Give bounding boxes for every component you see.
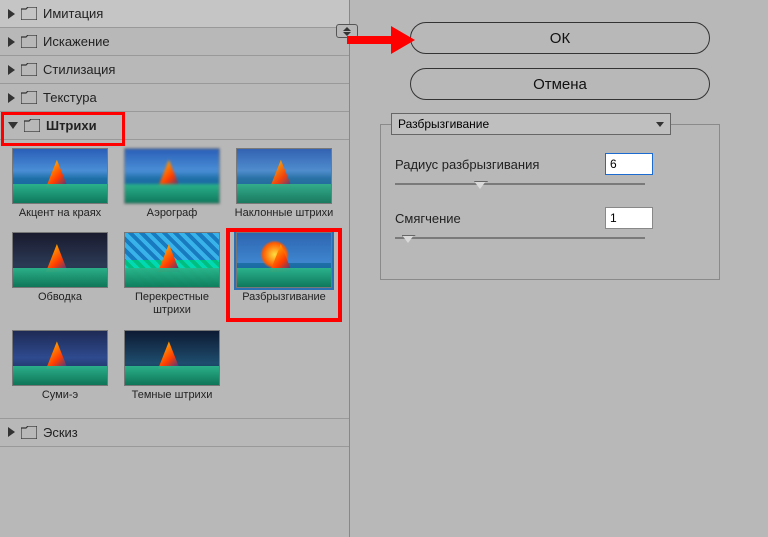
thumbnail-preview: [124, 330, 220, 386]
thumb-label: Обводка: [6, 291, 114, 304]
thumbnail-preview: [12, 148, 108, 204]
folder-icon: [21, 7, 37, 20]
folder-icon: [21, 426, 37, 439]
spray-radius-slider[interactable]: [395, 177, 645, 191]
panel-collapse-handle[interactable]: [336, 24, 358, 38]
thumb-label: Наклонные штрихи: [230, 207, 338, 220]
thumbnail-preview: [236, 148, 332, 204]
thumbnail-preview: [124, 232, 220, 288]
param-spray-radius: Радиус разбрызгивания: [395, 153, 705, 175]
expand-icon: [8, 9, 15, 19]
smoothness-input[interactable]: [605, 207, 653, 229]
slider-track: [395, 237, 645, 239]
expand-icon: [8, 427, 15, 437]
chevron-down-icon: [656, 122, 664, 127]
param-smoothness: Смягчение: [395, 207, 705, 229]
thumb-label: Аэрограф: [118, 207, 226, 220]
strokes-thumbnails: Акцент на краях Аэрограф Наклонные штрих…: [0, 140, 349, 419]
expand-icon: [8, 93, 15, 103]
slider-track: [395, 183, 645, 185]
category-texture[interactable]: Текстура: [0, 84, 349, 112]
button-label: ОК: [550, 30, 570, 47]
filter-settings-panel: ОК Отмена Разбрызгивание Радиус разбрызг…: [350, 0, 768, 537]
thumb-label: Перекрестные штрихи: [118, 291, 226, 317]
thumbnail-preview: [12, 330, 108, 386]
thumbnail-preview: [236, 232, 332, 288]
thumb-angled-strokes[interactable]: Наклонные штрихи: [230, 148, 338, 220]
thumb-label: Акцент на краях: [6, 207, 114, 220]
category-label: Стилизация: [43, 62, 115, 77]
button-label: Отмена: [533, 76, 587, 93]
thumbnail-preview: [124, 148, 220, 204]
category-label: Искажение: [43, 34, 110, 49]
param-label: Радиус разбрызгивания: [395, 157, 605, 172]
thumb-label: Суми-э: [6, 389, 114, 402]
category-label: Имитация: [43, 6, 103, 21]
thumb-airbrush[interactable]: Аэрограф: [118, 148, 226, 220]
category-label: Текстура: [43, 90, 97, 105]
category-imitation[interactable]: Имитация: [0, 0, 349, 28]
category-distortion[interactable]: Искажение: [0, 28, 349, 56]
thumbnail-preview: [12, 232, 108, 288]
filter-name-select[interactable]: Разбрызгивание: [391, 113, 671, 135]
thumb-accent-edges[interactable]: Акцент на краях: [6, 148, 114, 220]
thumb-label: Разбрызгивание: [230, 291, 338, 304]
slider-knob[interactable]: [474, 181, 486, 189]
folder-icon: [21, 63, 37, 76]
thumb-spatter[interactable]: Разбрызгивание: [230, 232, 338, 317]
category-label: Штрихи: [46, 118, 97, 133]
filter-categories-panel: Имитация Искажение Стилизация Текстура Ш…: [0, 0, 350, 537]
folder-icon: [21, 91, 37, 104]
category-label: Эскиз: [43, 425, 78, 440]
thumb-label: Темные штрихи: [118, 389, 226, 402]
spray-radius-input[interactable]: [605, 153, 653, 175]
category-strokes[interactable]: Штрихи: [0, 112, 349, 140]
selected-filter-label: Разбрызгивание: [398, 117, 489, 131]
cancel-button[interactable]: Отмена: [410, 68, 710, 100]
slider-knob[interactable]: [402, 235, 414, 243]
thumb-crosshatch[interactable]: Перекрестные штрихи: [118, 232, 226, 317]
expand-icon: [8, 65, 15, 75]
category-stylization[interactable]: Стилизация: [0, 56, 349, 84]
folder-icon: [24, 119, 40, 132]
thumb-ink-outlines[interactable]: Обводка: [6, 232, 114, 317]
expand-icon: [8, 37, 15, 47]
collapse-icon: [8, 122, 18, 129]
param-label: Смягчение: [395, 211, 605, 226]
category-sketch[interactable]: Эскиз: [0, 419, 349, 447]
smoothness-slider[interactable]: [395, 231, 645, 245]
thumb-sumi-e[interactable]: Суми-э: [6, 330, 114, 402]
folder-icon: [21, 35, 37, 48]
filter-settings-group: Разбрызгивание Радиус разбрызгивания Смя…: [380, 124, 720, 280]
ok-button[interactable]: ОК: [410, 22, 710, 54]
thumb-dark-strokes[interactable]: Темные штрихи: [118, 330, 226, 402]
